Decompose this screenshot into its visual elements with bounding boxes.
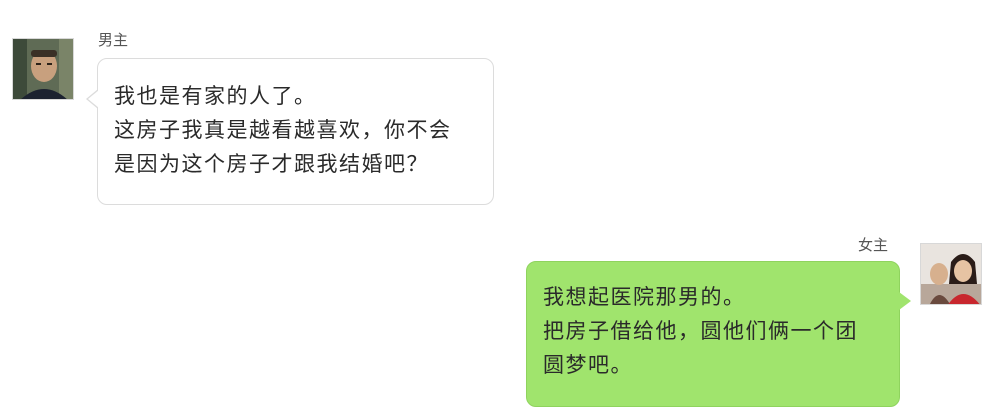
message-line: 是因为这个房子才跟我结婚吧？ xyxy=(114,152,429,176)
message-bubble: 我也是有家的人了。 这房子我真是越看越喜欢，你不会 是因为这个房子才跟我结婚吧？ xyxy=(86,58,494,205)
message-line: 我也是有家的人了。 xyxy=(114,84,317,108)
message-line: 圆梦吧。 xyxy=(543,353,633,377)
sender-name: 男主 xyxy=(98,31,129,49)
male-avatar-icon[interactable] xyxy=(12,38,74,100)
female-avatar-icon[interactable] xyxy=(920,243,982,305)
message-line: 我想起医院那男的。 xyxy=(543,285,746,309)
message-line: 把房子借给他，圆他们俩一个团 xyxy=(543,319,858,343)
message-line: 这房子我真是越看越喜欢，你不会 xyxy=(114,118,452,142)
message-bubble: 我想起医院那男的。 把房子借给他，圆他们俩一个团 圆梦吧。 xyxy=(526,261,911,407)
chat-window: 男主 我也是有家的人了。 这房子我真是越看越喜欢，你不会 是因为这个房子才跟我结… xyxy=(0,0,1000,420)
sender-name: 女主 xyxy=(858,236,889,254)
